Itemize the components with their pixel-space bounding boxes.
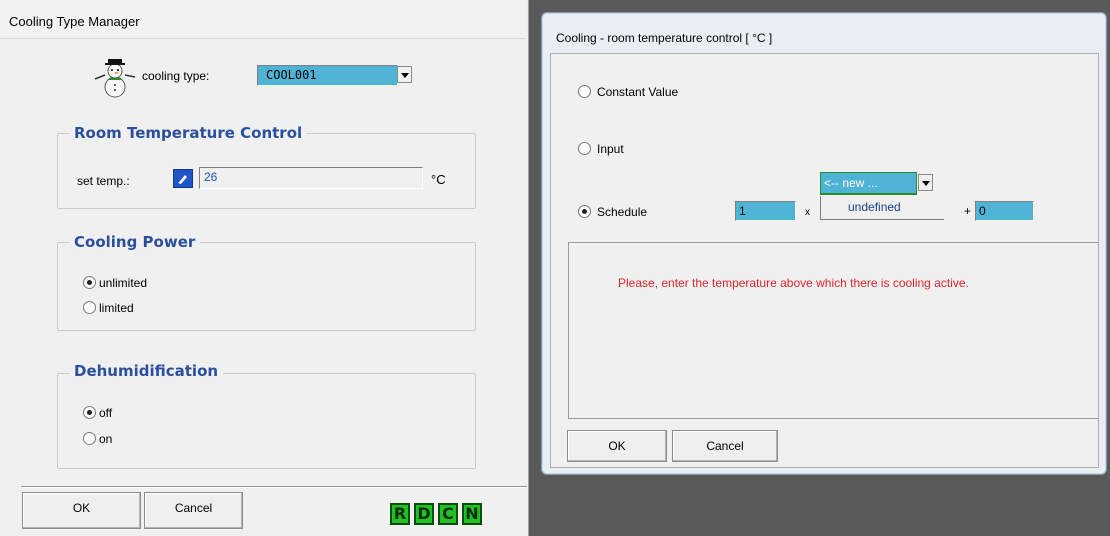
c-button[interactable]: C: [438, 503, 458, 525]
set-temp-input[interactable]: 26: [199, 167, 423, 189]
ok-button-label: OK: [72, 501, 91, 515]
snowman-icon: [94, 59, 136, 98]
off-radio[interactable]: [83, 406, 96, 419]
room-temp-group-title: Room Temperature Control: [69, 124, 308, 142]
plus-sign: +: [964, 204, 972, 218]
unlimited-radio[interactable]: [83, 276, 96, 289]
schedule-radio[interactable]: [578, 205, 591, 218]
cooling-type-manager-window: Cooling Type Manager cooling type: COOL0…: [0, 0, 529, 536]
cancel-button[interactable]: Cancel: [672, 430, 778, 462]
ok-button[interactable]: OK: [567, 430, 667, 462]
schedule-dropdown[interactable]: <-- new ...: [820, 172, 917, 195]
hint-text: Please, enter the temperature above whic…: [618, 276, 969, 290]
schedule-name-value: undefined: [848, 200, 901, 214]
input-radio[interactable]: [578, 142, 591, 155]
n-button[interactable]: N: [462, 503, 482, 525]
multiply-sign: x: [805, 207, 810, 218]
set-temp-label: set temp.:: [77, 174, 130, 188]
dehumidification-group-title: Dehumidification: [69, 362, 224, 380]
edit-pencil-icon[interactable]: [173, 169, 193, 188]
window-title: Cooling - room temperature control [ °C …: [556, 31, 773, 45]
schedule-offset-value: 0: [979, 204, 986, 218]
schedule-name-field: undefined: [820, 196, 944, 220]
window-titlebar: Cooling Type Manager: [0, 0, 526, 39]
cancel-button-label: Cancel: [706, 439, 744, 453]
footer-divider: [21, 486, 527, 488]
ok-button[interactable]: OK: [22, 492, 141, 529]
window-titlebar: Cooling - room temperature control [ °C …: [542, 13, 1106, 53]
chevron-down-icon[interactable]: [397, 66, 412, 83]
cooling-power-group-title: Cooling Power: [69, 233, 201, 251]
schedule-factor-input[interactable]: 1: [735, 201, 796, 221]
ok-button-label: OK: [608, 439, 626, 453]
dialog-client-area: Constant Value Input Schedule 1 x <-- ne…: [550, 53, 1099, 468]
limited-label: limited: [99, 301, 134, 315]
off-label: off: [99, 406, 113, 420]
schedule-dropdown-value: <-- new ...: [824, 176, 878, 190]
limited-radio[interactable]: [83, 301, 96, 314]
cooling-type-label: cooling type:: [142, 69, 210, 83]
unlimited-label: unlimited: [99, 276, 148, 290]
schedule-label: Schedule: [597, 205, 648, 219]
cancel-button[interactable]: Cancel: [144, 492, 243, 529]
constant-value-label: Constant Value: [597, 85, 679, 99]
temp-unit: °C: [431, 172, 446, 187]
constant-value-radio[interactable]: [578, 85, 591, 98]
r-button[interactable]: R: [390, 503, 410, 525]
schedule-factor-value: 1: [739, 204, 746, 218]
dehumidification-group: [57, 373, 476, 469]
cooling-type-value: COOL001: [266, 68, 317, 82]
cancel-button-label: Cancel: [174, 501, 213, 515]
window-title: Cooling Type Manager: [9, 14, 140, 29]
d-button[interactable]: D: [414, 503, 434, 525]
hint-panel: Please, enter the temperature above whic…: [568, 242, 1098, 419]
cooling-type-select[interactable]: COOL001: [257, 65, 398, 86]
schedule-offset-input[interactable]: 0: [975, 201, 1034, 221]
on-radio[interactable]: [83, 432, 96, 445]
on-label: on: [99, 432, 113, 446]
set-temp-value: 26: [204, 170, 218, 184]
room-temperature-control-window: Cooling - room temperature control [ °C …: [541, 12, 1107, 475]
input-label: Input: [597, 142, 624, 156]
chevron-down-icon[interactable]: [918, 174, 933, 191]
